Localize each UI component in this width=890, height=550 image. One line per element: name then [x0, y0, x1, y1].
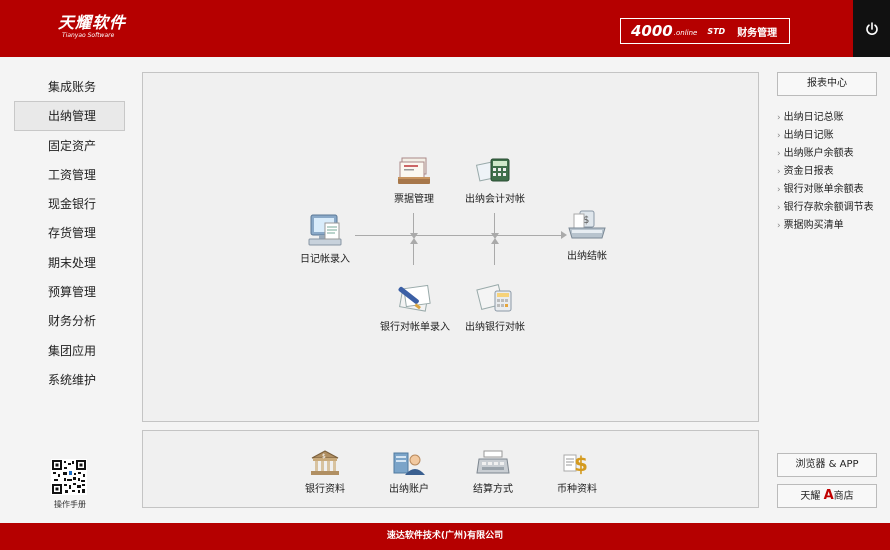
- bank-info-node[interactable]: $ 银行资料: [299, 449, 351, 495]
- app-header: 天耀软件 Tianyao Software 4000 .online STD 财…: [0, 0, 890, 57]
- computer-icon: [308, 214, 342, 246]
- edition-number: 4000: [631, 22, 673, 40]
- report-item-label: 票据购买清单: [783, 220, 844, 231]
- left-nav: 集成账务 出纳管理 固定资产 工资管理 现金银行 存货管理 期末处理 预算管理 …: [14, 72, 125, 394]
- cash-register-icon: [476, 450, 510, 474]
- cashier-close-node[interactable]: $ 出纳结帐: [559, 208, 615, 262]
- journal-entry-label: 日记帐录入: [300, 254, 350, 265]
- journal-entry-node[interactable]: 日记帐录入: [293, 213, 357, 265]
- user-account-icon: [393, 452, 425, 475]
- chevron-right-icon: ›: [777, 185, 781, 195]
- edition-std: STD: [707, 26, 726, 36]
- flow-line-bill-down: [413, 213, 414, 235]
- bill-management-label: 票据管理: [394, 194, 434, 205]
- app-store-button[interactable]: 天耀 A商店: [777, 484, 877, 508]
- report-item-daily-fund[interactable]: › 资金日报表: [777, 163, 874, 181]
- bank-statement-entry-label: 银行对帐单录入: [380, 322, 450, 333]
- flow-line-account-down: [494, 213, 495, 235]
- cashier-account-label: 出纳账户: [389, 484, 429, 495]
- pen-document-icon: [398, 284, 431, 312]
- svg-text:$: $: [574, 452, 588, 476]
- bills-icon: [398, 157, 430, 184]
- cashier-bank-check-label: 出纳银行对帐: [465, 322, 525, 333]
- settlement-method-label: 结算方式: [473, 484, 513, 495]
- flow-line-bankcheck-up: [494, 243, 495, 265]
- power-icon: [865, 21, 878, 35]
- logo: 天耀软件 Tianyao Software: [58, 13, 127, 40]
- chevron-right-icon: ›: [777, 167, 781, 177]
- flow-arrow-bankcheck: [491, 238, 499, 244]
- svg-text:$: $: [322, 453, 326, 460]
- calculator-documents-icon: [475, 158, 510, 182]
- currency-info-label: 币种资料: [557, 484, 597, 495]
- flow-arrow-bank: [410, 238, 418, 244]
- dollar-coins-icon: $: [563, 452, 588, 476]
- edition-badge: 4000 .online STD 财务管理: [620, 18, 790, 44]
- power-button[interactable]: [853, 0, 890, 57]
- cashier-account-check-label: 出纳会计对帐: [465, 194, 525, 205]
- resources-panel: $ 银行资料 出纳账户 结算方式 $ 币种资料: [142, 430, 759, 508]
- report-item-bank-reconciliation[interactable]: › 银行存款余额调节表: [777, 199, 874, 217]
- logo-main-text: 天耀软件: [58, 13, 127, 32]
- bank-info-label: 银行资料: [305, 484, 345, 495]
- store-suffix: 商店: [833, 491, 854, 502]
- nav-item-fixed-assets[interactable]: 固定资产: [14, 131, 125, 160]
- report-item-label: 出纳账户余额表: [783, 148, 854, 159]
- nav-item-cash-bank[interactable]: 现金银行: [14, 189, 125, 218]
- flow-main-line: [355, 235, 563, 236]
- chevron-right-icon: ›: [777, 113, 781, 123]
- workflow-panel: 日记帐录入 票据管理 出纳会计对帐 $ 出纳结帐 银行对帐单录入 出纳银行对帐: [142, 72, 759, 422]
- edition-title: 财务管理: [737, 27, 778, 39]
- chevron-right-icon: ›: [777, 221, 781, 231]
- cashier-account-node[interactable]: 出纳账户: [383, 449, 435, 495]
- footer: 速达软件技术(广州)有限公司: [0, 523, 890, 550]
- cashier-account-check-node[interactable]: 出纳会计对帐: [457, 155, 533, 205]
- nav-item-period-end[interactable]: 期末处理: [14, 248, 125, 277]
- bank-statement-entry-node[interactable]: 银行对帐单录入: [375, 281, 455, 333]
- settlement-method-node[interactable]: 结算方式: [467, 449, 519, 495]
- report-item-label: 资金日报表: [783, 166, 834, 177]
- store-prefix: 天耀: [800, 491, 821, 502]
- report-list: › 出纳日记总账 › 出纳日记账 › 出纳账户余额表 › 资金日报表 › 银行对账单余额表…: [777, 109, 874, 235]
- chevron-right-icon: ›: [777, 149, 781, 159]
- qr-label: 操作手册: [54, 500, 86, 509]
- report-item-label: 出纳日记总账: [783, 112, 844, 123]
- bank-building-icon: $: [311, 450, 339, 475]
- bill-management-node[interactable]: 票据管理: [386, 155, 442, 205]
- nav-item-cashier-management[interactable]: 出纳管理: [14, 101, 125, 131]
- browser-app-button[interactable]: 浏览器 & APP: [777, 453, 877, 477]
- report-item-cashier-journal[interactable]: › 出纳日记账: [777, 127, 874, 145]
- nav-item-inventory[interactable]: 存货管理: [14, 218, 125, 247]
- store-logo-letter: A: [823, 488, 834, 503]
- report-center-button[interactable]: 报表中心: [777, 72, 877, 96]
- currency-info-node[interactable]: $ 币种资料: [551, 449, 603, 495]
- report-item-cashier-journal-ledger[interactable]: › 出纳日记总账: [777, 109, 874, 127]
- chevron-right-icon: ›: [777, 131, 781, 141]
- nav-item-financial-analysis[interactable]: 财务分析: [14, 306, 125, 335]
- report-item-label: 出纳日记账: [783, 130, 834, 141]
- report-item-account-balance[interactable]: › 出纳账户余额表: [777, 145, 874, 163]
- nav-item-budget[interactable]: 预算管理: [14, 277, 125, 306]
- nav-item-system-maintenance[interactable]: 系统维护: [14, 365, 125, 394]
- chevron-right-icon: ›: [777, 203, 781, 213]
- cashier-close-label: 出纳结帐: [567, 251, 607, 262]
- nav-item-payroll[interactable]: 工资管理: [14, 160, 125, 189]
- report-item-label: 银行存款余额调节表: [783, 202, 874, 213]
- nav-item-group-application[interactable]: 集团应用: [14, 336, 125, 365]
- nav-item-integrated-accounting[interactable]: 集成账务: [14, 72, 125, 101]
- qr-code-icon[interactable]: [51, 459, 87, 495]
- report-item-label: 银行对账单余额表: [783, 184, 864, 195]
- report-item-bill-purchase-list[interactable]: › 票据购买清单: [777, 217, 874, 235]
- cashier-bank-check-node[interactable]: 出纳银行对帐: [457, 281, 533, 333]
- calculator-paper-icon: [476, 284, 512, 312]
- logo-sub-text: Tianyao Software: [62, 32, 115, 39]
- money-tray-icon: $: [568, 210, 606, 239]
- edition-online: .online: [673, 29, 698, 37]
- report-item-bank-statement-balance[interactable]: › 银行对账单余额表: [777, 181, 874, 199]
- flow-line-bank-up: [413, 243, 414, 265]
